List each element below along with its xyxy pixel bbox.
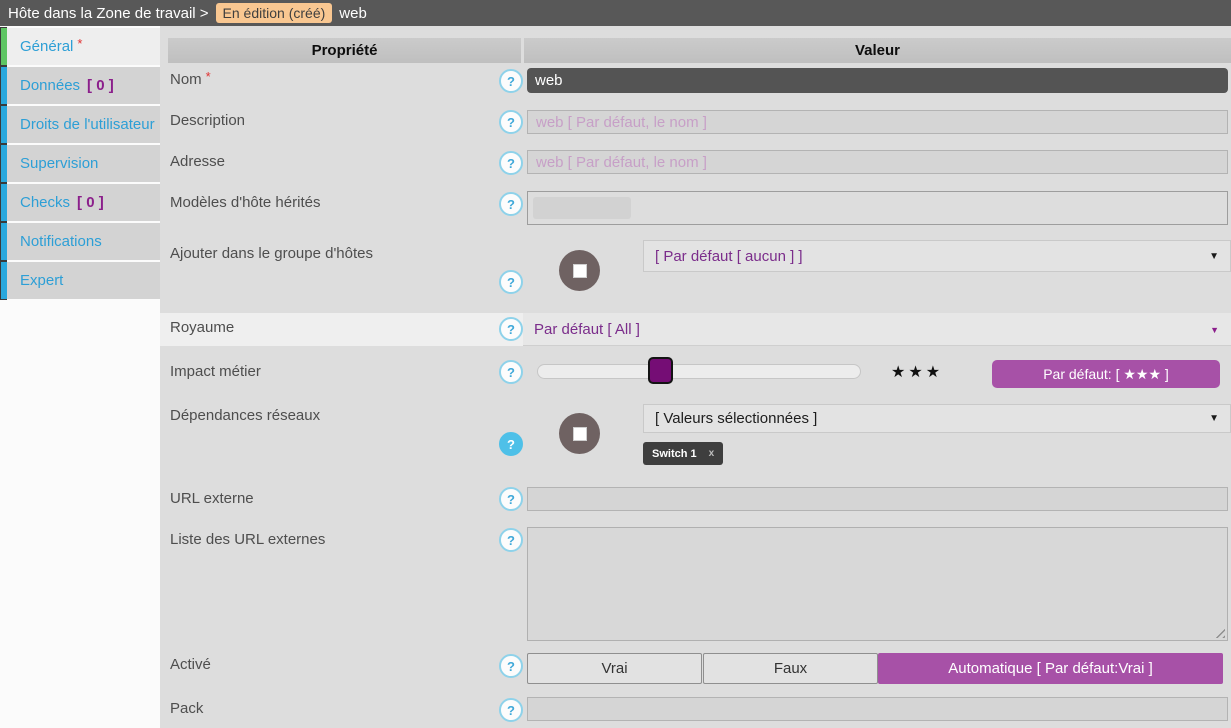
sidebar-item-label: Checks <box>20 194 70 211</box>
sidebar-item-general[interactable]: Général * <box>0 28 160 65</box>
tab-indicator <box>0 183 7 222</box>
sidebar-item-label: Notifications <box>20 233 102 250</box>
modeles-hote-input[interactable] <box>533 197 631 219</box>
sidebar-item-checks[interactable]: Checks [ 0 ] <box>0 184 160 221</box>
help-icon[interactable]: ? <box>499 432 523 456</box>
sidebar-item-notifications[interactable]: Notifications <box>0 223 160 260</box>
sidebar-item-label: Droits de l'utilisateur <box>20 116 155 133</box>
entity-name: web <box>339 5 367 22</box>
column-header-property: Propriété <box>168 38 521 63</box>
groupe-hotes-dropdown[interactable]: [ Par défaut [ aucun ] ] ▼ <box>643 240 1231 272</box>
field-label-pack: Pack <box>170 700 203 717</box>
impact-slider-handle[interactable] <box>648 357 673 384</box>
impact-slider[interactable] <box>537 364 861 379</box>
help-icon[interactable]: ? <box>499 487 523 511</box>
tab-indicator <box>0 144 7 183</box>
adresse-input[interactable] <box>527 150 1228 174</box>
help-icon[interactable]: ? <box>499 151 523 175</box>
help-icon[interactable]: ? <box>499 654 523 678</box>
select-selected-value: Par défaut [ All ] <box>534 321 640 338</box>
tab-active-indicator <box>0 27 7 66</box>
tab-indicator <box>0 105 7 144</box>
field-label-groupe-hotes: Ajouter dans le groupe d'hôtes <box>170 245 373 262</box>
tag-close-icon[interactable]: x <box>709 448 715 459</box>
dependances-action-button[interactable] <box>559 413 600 454</box>
help-icon[interactable]: ? <box>499 698 523 722</box>
help-icon[interactable]: ? <box>499 317 523 341</box>
sidebar-item-donnees[interactable]: Données [ 0 ] <box>0 67 160 104</box>
help-icon[interactable]: ? <box>499 110 523 134</box>
sidebar-item-label: Données <box>20 77 80 94</box>
dependances-dropdown[interactable]: [ Valeurs sélectionnées ] ▼ <box>643 404 1231 433</box>
stop-square-icon <box>573 264 587 278</box>
dependances-tag-switch1: Switch 1 x <box>643 442 723 465</box>
royaume-select[interactable]: Par défaut [ All ] ▼ <box>527 313 1231 346</box>
column-header-value: Valeur <box>524 38 1231 63</box>
active-option-automatique[interactable]: Automatique [ Par défaut:Vrai ] <box>878 653 1223 684</box>
sidebar: Général * Données [ 0 ] Droits de l'util… <box>0 26 160 728</box>
chevron-down-icon: ▼ <box>1210 325 1219 335</box>
stop-square-icon <box>573 427 587 441</box>
sidebar-item-expert[interactable]: Expert <box>0 262 160 299</box>
titlebar: Hôte dans la Zone de travail > En éditio… <box>0 0 1231 26</box>
pack-input[interactable] <box>527 697 1228 721</box>
help-icon[interactable]: ? <box>499 528 523 552</box>
tab-indicator <box>0 222 7 261</box>
field-label-royaume: Royaume <box>170 319 234 336</box>
field-label-modeles-hote: Modèles d'hôte hérités <box>170 194 320 211</box>
active-option-faux[interactable]: Faux <box>703 653 878 684</box>
tag-label: Switch 1 <box>652 448 697 460</box>
field-label-adresse: Adresse <box>170 153 225 170</box>
dropdown-selected-value: [ Par défaut [ aucun ] ] <box>655 248 803 265</box>
sidebar-item-label: Général <box>20 38 73 55</box>
help-icon[interactable]: ? <box>499 270 523 294</box>
field-label-liste-url-externes: Liste des URL externes <box>170 531 325 548</box>
impact-stars-value: ★★★ <box>891 362 943 382</box>
breadcrumb: Hôte dans la Zone de travail > <box>8 5 209 22</box>
field-label-nom: Nom* <box>170 71 211 88</box>
sidebar-item-label: Expert <box>20 272 63 289</box>
status-badge: En édition (créé) <box>216 3 333 23</box>
help-icon[interactable]: ? <box>499 69 523 93</box>
tab-indicator <box>0 66 7 105</box>
count-badge: [ 0 ] <box>77 194 104 211</box>
help-icon[interactable]: ? <box>499 360 523 384</box>
count-badge: [ 0 ] <box>87 77 114 94</box>
form-panel: Propriété Valeur Nom* ? Description ? Ad… <box>160 26 1231 728</box>
required-asterisk: * <box>77 36 82 51</box>
required-asterisk: * <box>206 69 211 84</box>
sidebar-item-label: Supervision <box>20 155 98 172</box>
chevron-down-icon: ▼ <box>1209 413 1219 424</box>
impact-default-button[interactable]: Par défaut: [ ★★★ ] <box>992 360 1220 388</box>
dropdown-selected-value: [ Valeurs sélectionnées ] <box>655 410 817 427</box>
active-option-vrai[interactable]: Vrai <box>527 653 702 684</box>
sidebar-item-droits[interactable]: Droits de l'utilisateur <box>0 106 160 143</box>
sidebar-item-supervision[interactable]: Supervision <box>0 145 160 182</box>
description-input[interactable] <box>527 110 1228 134</box>
chevron-down-icon: ▼ <box>1209 251 1219 262</box>
field-label-url-externe: URL externe <box>170 490 254 507</box>
liste-url-externes-textarea[interactable] <box>527 527 1228 641</box>
field-label-impact-metier: Impact métier <box>170 363 261 380</box>
help-icon[interactable]: ? <box>499 192 523 216</box>
field-label-description: Description <box>170 112 245 129</box>
tab-indicator <box>0 261 7 300</box>
field-label-dependances-reseaux: Dépendances réseaux <box>170 407 320 424</box>
field-label-active: Activé <box>170 656 211 673</box>
nom-input[interactable] <box>527 68 1228 93</box>
url-externe-input[interactable] <box>527 487 1228 511</box>
modeles-hote-tag-area[interactable] <box>527 191 1228 225</box>
groupe-hotes-action-button[interactable] <box>559 250 600 291</box>
